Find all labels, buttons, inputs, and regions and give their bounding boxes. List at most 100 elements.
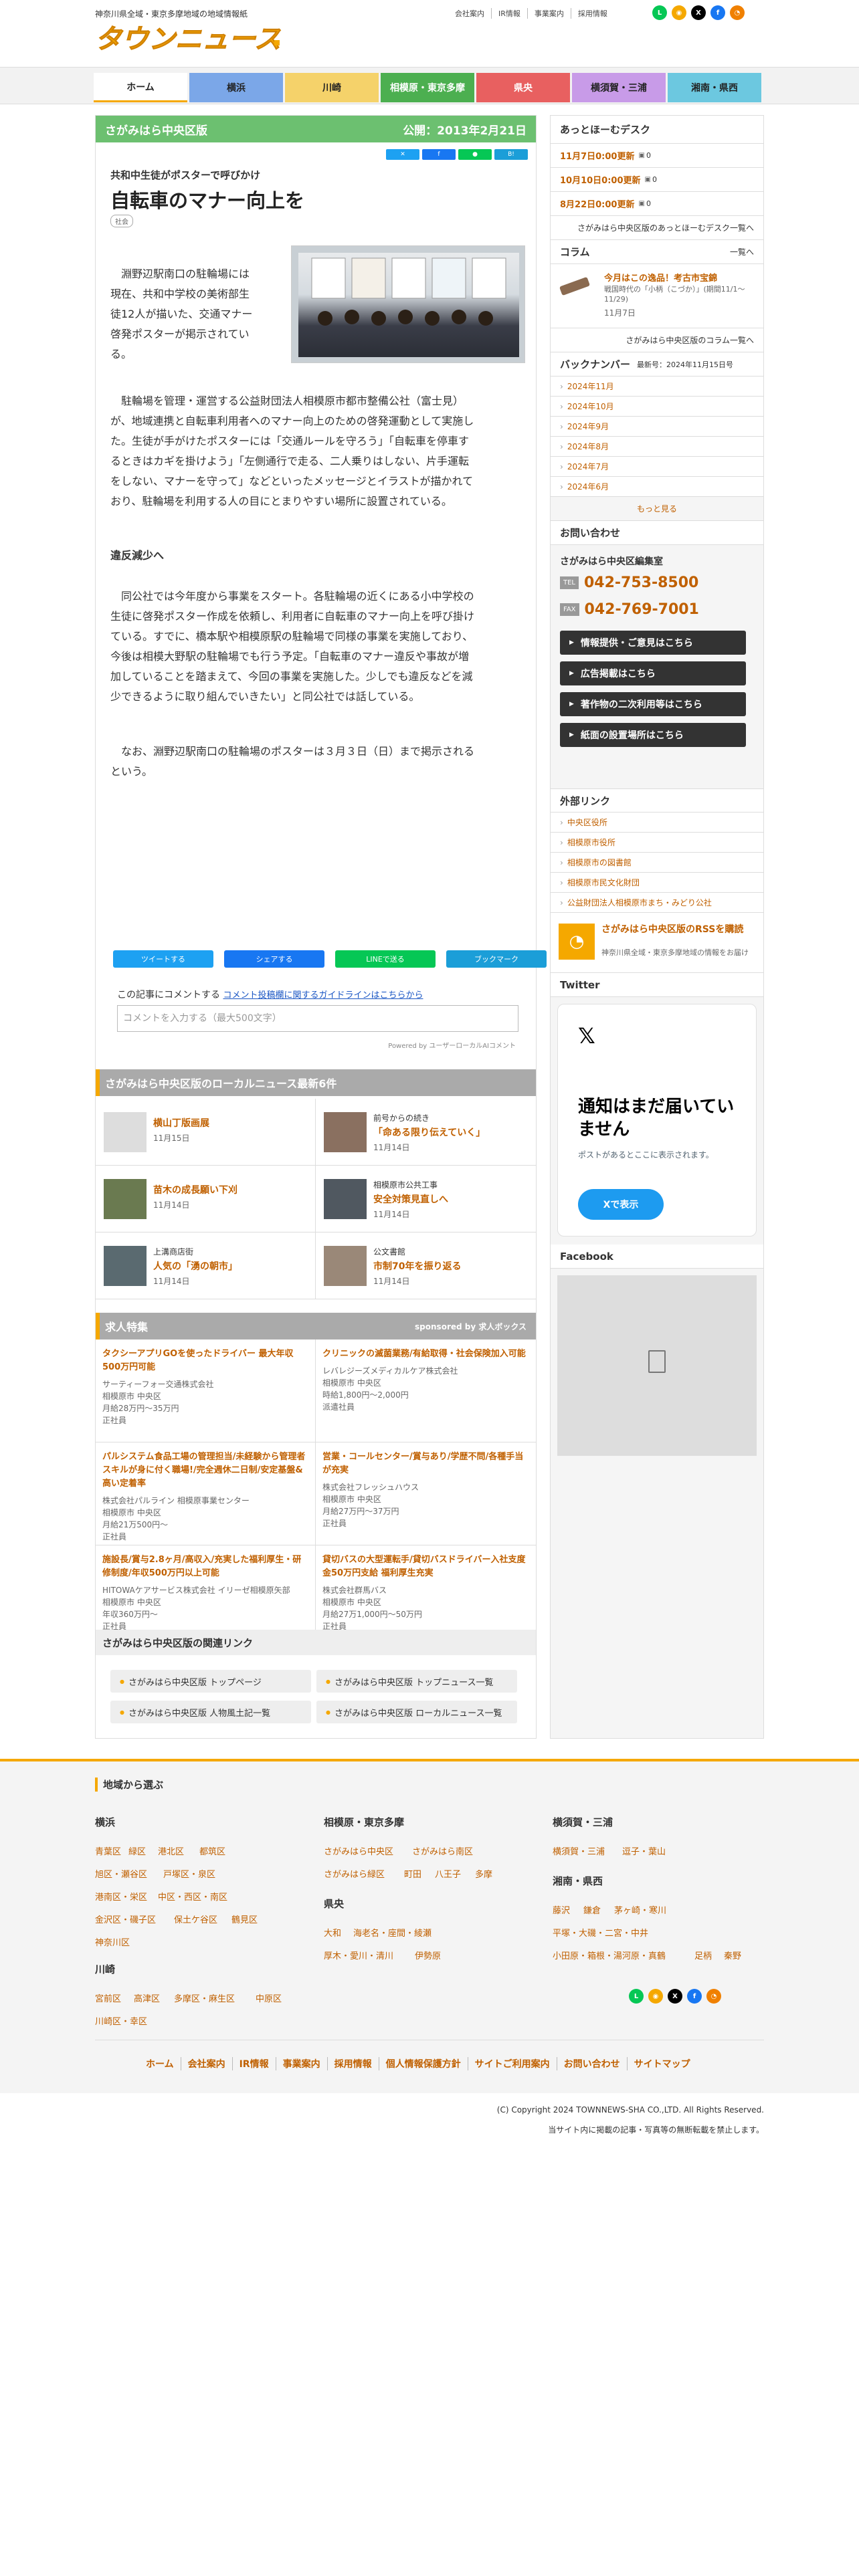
news-title[interactable]: 「命ある限り伝えていく」 bbox=[373, 1125, 485, 1139]
news-item[interactable]: 上溝商店街 人気の「湧の朝市」 11月14日 bbox=[96, 1232, 316, 1299]
region-link[interactable]: 多摩 bbox=[475, 1867, 492, 1880]
kenou-heading[interactable]: 県央 bbox=[324, 1897, 344, 1911]
related-link[interactable]: さがみはら中央区版 トップニュース一覧 bbox=[316, 1670, 517, 1693]
tab-sagamihara[interactable]: 相模原・東京多摩 bbox=[381, 73, 474, 102]
kawasaki-heading[interactable]: 川崎 bbox=[95, 1962, 115, 1976]
region-link[interactable]: 中原区 bbox=[256, 1992, 282, 2004]
yokosuka-heading[interactable]: 横須賀・三浦 bbox=[553, 1815, 613, 1829]
news-title[interactable]: 苗木の成長願い下刈 bbox=[153, 1183, 237, 1196]
column-list-link[interactable]: さがみはら中央区版のコラム一覧へ bbox=[551, 328, 763, 352]
region-link[interactable]: 鶴見区 bbox=[231, 1913, 258, 1925]
region-link[interactable]: 秦野 bbox=[724, 1949, 741, 1961]
news-item[interactable]: 前号からの続き 「命ある限り伝えていく」 11月14日 bbox=[316, 1099, 536, 1166]
region-link[interactable]: 都筑区 bbox=[199, 1844, 225, 1857]
rss-block[interactable]: ◔ さがみはら中央区版のRSSを購読 神奈川県全域・東京多摩地域の情報をお届け bbox=[551, 913, 763, 973]
tab-yokohama[interactable]: 横浜 bbox=[189, 73, 283, 102]
tab-kawasaki[interactable]: 川崎 bbox=[285, 73, 379, 102]
desk-item[interactable]: 8月22日0:00更新 ▣ 0 bbox=[551, 192, 763, 216]
job-item[interactable]: タクシーアプリGOを使ったドライバー 最大年収500万円可能 サーティーフォー交… bbox=[96, 1339, 316, 1442]
external-link[interactable]: 公益財団法人相模原市まち・みどり公社 bbox=[551, 893, 763, 913]
header-link-ir[interactable]: IR情報 bbox=[491, 8, 527, 19]
line-small-button[interactable]: ● bbox=[458, 149, 492, 160]
region-link[interactable]: 戸塚区・泉区 bbox=[163, 1867, 215, 1880]
news-item[interactable]: 公文書館 市制70年を振り返る 11月14日 bbox=[316, 1232, 536, 1299]
line-share-button[interactable]: LINEで送る bbox=[335, 950, 436, 968]
region-link[interactable]: 中区・西区・南区 bbox=[158, 1890, 227, 1903]
external-link[interactable]: 中央区役所 bbox=[551, 813, 763, 833]
line-icon[interactable]: L bbox=[652, 5, 667, 20]
tab-home[interactable]: ホーム bbox=[94, 73, 187, 102]
x-icon[interactable]: X bbox=[691, 5, 706, 20]
view-on-x-button[interactable]: Xで表示 bbox=[578, 1189, 664, 1220]
desk-item-label[interactable]: 8月22日0:00更新 bbox=[560, 197, 634, 210]
news-title[interactable]: 市制70年を振り返る bbox=[373, 1259, 461, 1273]
region-link[interactable]: 町田 bbox=[404, 1867, 421, 1880]
desk-item-label[interactable]: 11月7日0:00更新 bbox=[560, 149, 634, 162]
job-title[interactable]: タクシーアプリGOを使ったドライバー 最大年収500万円可能 bbox=[102, 1348, 308, 1374]
region-link[interactable]: 海老名・座間・綾瀬 bbox=[353, 1926, 432, 1939]
backnumber-item[interactable]: 2024年7月 bbox=[551, 457, 763, 477]
external-link[interactable]: 相模原市役所 bbox=[551, 833, 763, 853]
footer-link[interactable]: 会社案内 bbox=[180, 2057, 232, 2070]
facebook-share-button[interactable]: シェアする bbox=[224, 950, 324, 968]
news-item[interactable]: 苗木の成長願い下刈 11月14日 bbox=[96, 1166, 316, 1232]
region-link[interactable]: さがみはら中央区 bbox=[324, 1844, 393, 1857]
tel-number[interactable]: 042-753-8500 bbox=[584, 574, 698, 591]
footer-link[interactable]: ホーム bbox=[139, 2057, 181, 2070]
backnumber-item[interactable]: 2024年9月 bbox=[551, 417, 763, 437]
bookmark-button[interactable]: ブックマーク bbox=[446, 950, 547, 968]
related-link[interactable]: さがみはら中央区版 トップページ bbox=[110, 1670, 311, 1693]
facebook-icon[interactable]: f bbox=[710, 5, 725, 20]
desk-more-link[interactable]: さがみはら中央区版のあっとほーむデスク一覧へ bbox=[551, 216, 763, 240]
facebook-small-button[interactable]: f bbox=[422, 149, 456, 160]
job-item[interactable]: クリニックの滅菌業務/有給取得・社会保険加入可能 レバレジーズメディカルケア株式… bbox=[316, 1339, 536, 1442]
region-link[interactable]: 宮前区 bbox=[95, 1992, 121, 2004]
backnumber-item[interactable]: 2024年8月 bbox=[551, 437, 763, 457]
region-link[interactable]: 多摩区・麻生区 bbox=[174, 1992, 235, 2004]
footer-link[interactable]: お問い合わせ bbox=[556, 2057, 627, 2070]
region-link[interactable]: 保土ケ谷区 bbox=[174, 1913, 217, 1925]
comment-guideline-link[interactable]: コメント投稿欄に関するガイドラインはこちらから bbox=[223, 990, 423, 1000]
shonan-heading[interactable]: 湘南・県西 bbox=[553, 1874, 603, 1888]
rss-icon[interactable]: ◔ bbox=[730, 5, 745, 20]
backnumber-item[interactable]: 2024年10月 bbox=[551, 397, 763, 417]
region-link[interactable]: 緑区 bbox=[128, 1844, 146, 1857]
job-title[interactable]: 営業・コールセンター/賞与あり/学歴不問/各種手当が充実 bbox=[322, 1451, 529, 1477]
header-link-recruit[interactable]: 採用情報 bbox=[570, 8, 614, 19]
ad-button[interactable]: 広告掲載はこちら bbox=[560, 661, 746, 685]
tab-yokosuka[interactable]: 横須賀・三浦 bbox=[572, 73, 666, 102]
tab-kenou[interactable]: 県央 bbox=[476, 73, 570, 102]
rss-icon[interactable]: ◉ bbox=[648, 1989, 663, 2004]
region-link[interactable]: 神奈川区 bbox=[95, 1935, 130, 1948]
region-link[interactable]: 小田原・箱根・湯河原・真鶴 bbox=[553, 1949, 666, 1961]
desk-item[interactable]: 10月10日0:00更新 ▣ 0 bbox=[551, 168, 763, 192]
footer-link[interactable]: IR情報 bbox=[231, 2057, 276, 2070]
external-link[interactable]: 相模原市民文化財団 bbox=[551, 873, 763, 893]
region-link[interactable]: 厚木・愛川・清川 bbox=[324, 1949, 393, 1961]
related-link[interactable]: さがみはら中央区版 ローカルニュース一覧 bbox=[316, 1701, 517, 1723]
desk-item[interactable]: 11月7日0:00更新 ▣ 0 bbox=[551, 144, 763, 168]
job-title[interactable]: 貸切バスの大型運転手/貸切バスドライバー入社支度金50万円支給 福利厚生充実 bbox=[322, 1553, 529, 1580]
info-submit-button[interactable]: 情報提供・ご意見はこちら bbox=[560, 631, 746, 655]
site-logo[interactable]: タウンニュース bbox=[94, 20, 288, 56]
column-more-link[interactable]: 一覧へ bbox=[730, 246, 754, 257]
job-title[interactable]: 施設長/賞与2.8ヶ月/高収入/充実した福利厚生・研修制度/年収500万円以上可… bbox=[102, 1553, 308, 1580]
x-icon[interactable]: X bbox=[668, 1989, 682, 2004]
comment-input[interactable]: コメントを入力する（最大500文字） bbox=[117, 1005, 518, 1032]
region-link[interactable]: 茅ヶ崎・寒川 bbox=[614, 1903, 666, 1916]
news-title[interactable]: 人気の「湧の朝市」 bbox=[153, 1259, 237, 1273]
distribution-button[interactable]: 紙面の設置場所はこちら bbox=[560, 723, 746, 747]
region-link[interactable]: 鎌倉 bbox=[583, 1903, 601, 1916]
footer-link[interactable]: 採用情報 bbox=[326, 2057, 379, 2070]
region-link[interactable]: 青葉区 bbox=[95, 1844, 121, 1857]
region-link[interactable]: 足柄 bbox=[694, 1949, 712, 1961]
desk-item-label[interactable]: 10月10日0:00更新 bbox=[560, 173, 641, 186]
region-link[interactable]: 横須賀・三浦 bbox=[553, 1844, 605, 1857]
region-link[interactable]: 港北区 bbox=[158, 1844, 184, 1857]
header-link-company[interactable]: 会社案内 bbox=[448, 8, 491, 19]
tab-shonan[interactable]: 湘南・県西 bbox=[668, 73, 761, 102]
external-link[interactable]: 相模原市の図書館 bbox=[551, 853, 763, 873]
job-title[interactable]: クリニックの滅菌業務/有給取得・社会保険加入可能 bbox=[322, 1348, 529, 1361]
region-link[interactable]: 川崎区・幸区 bbox=[95, 2014, 147, 2027]
region-link[interactable]: 八王子 bbox=[435, 1867, 461, 1880]
